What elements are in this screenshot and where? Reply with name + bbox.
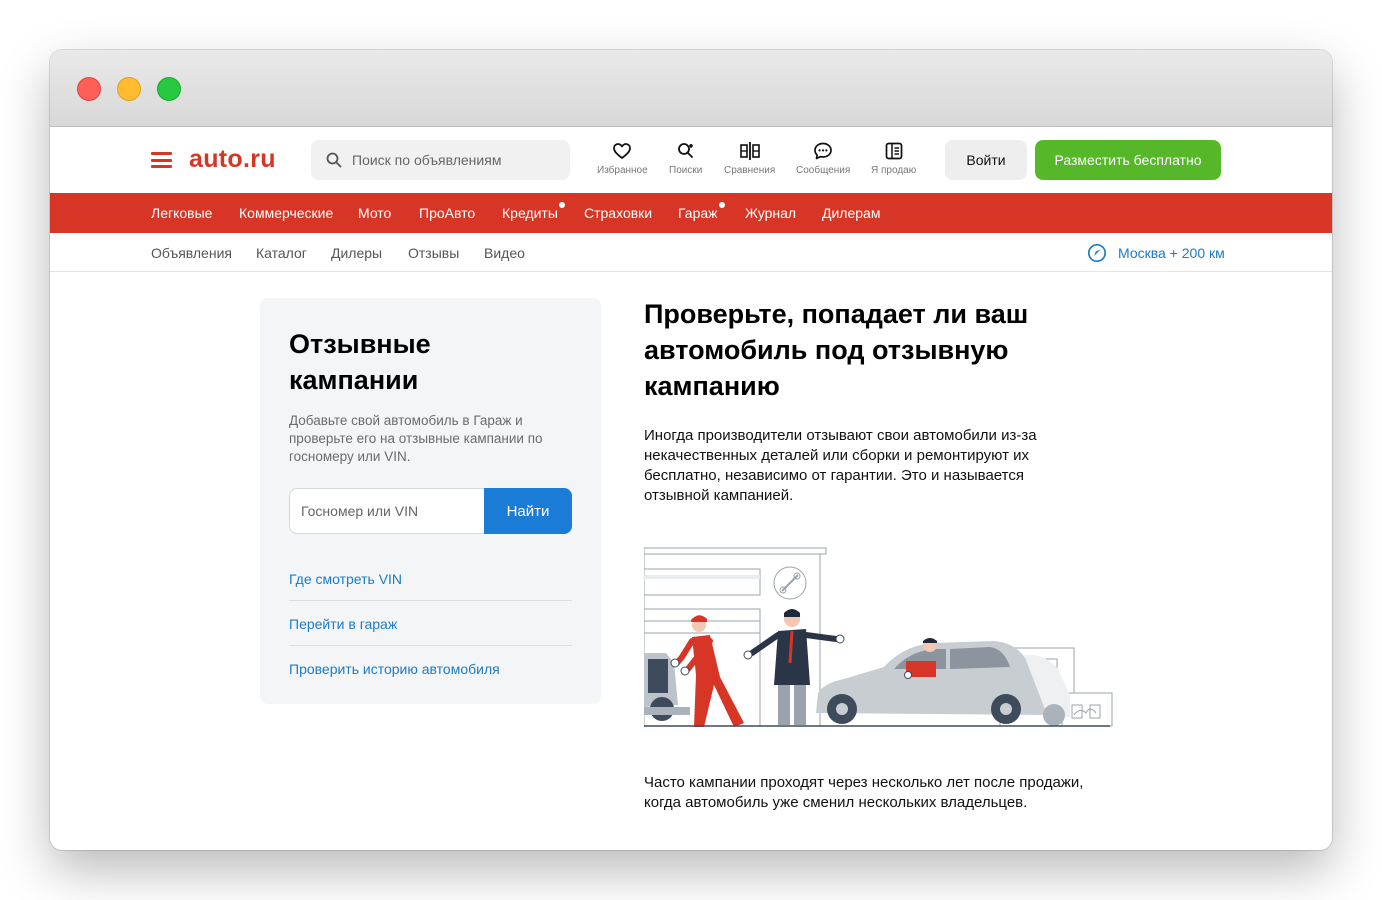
nav-commercial[interactable]: Коммерческие [239,205,333,221]
where-vin-link[interactable]: Где смотреть VIN [289,571,572,587]
service-illustration [644,547,1113,727]
saved-searches-label: Поиски [669,165,703,176]
divider [289,645,572,646]
vin-input[interactable] [289,488,485,534]
divider [289,600,572,601]
search-icon [326,152,342,168]
card-title: Отзывные кампании [289,329,431,395]
site-header: auto.ru Избранное Поиски Сравнения Сообщ… [50,127,1332,193]
check-history-link[interactable]: Проверить историю автомобиля [289,661,572,677]
recall-card: Отзывные кампании Добавьте свой автомоби… [260,298,601,704]
site-logo[interactable]: auto.ru [189,145,276,174]
favorites-button[interactable]: Избранное [597,141,648,176]
search-box[interactable] [311,140,570,180]
my-listings-label: Я продаю [871,165,917,176]
compare-label: Сравнения [724,165,776,176]
bottom-text: Часто кампании проходят через несколько … [644,774,1084,811]
nav-credits-wrap[interactable]: Кредиты [502,202,565,223]
nav-garage[interactable]: Гараж [678,205,718,221]
subnav-reviews[interactable]: Отзывы [408,245,459,261]
subnav-dealers[interactable]: Дилеры [331,245,382,261]
favorites-label: Избранное [597,165,648,176]
location-selector[interactable]: Москва + 200 км [1087,243,1225,263]
title-bar [50,50,1332,127]
nav-insurance[interactable]: Страховки [584,205,652,221]
location-compass-icon [1087,243,1107,263]
nav-garage-wrap[interactable]: Гараж [678,202,725,223]
saved-search-icon [677,143,693,158]
nav-credits[interactable]: Кредиты [502,205,558,221]
notification-dot [558,202,565,208]
post-ad-button[interactable]: Разместить бесплатно [1035,140,1221,180]
compare-button[interactable]: Сравнения [724,141,775,176]
compare-icon [739,142,760,160]
nav-dealers[interactable]: Дилерам [822,205,880,221]
login-button[interactable]: Войти [945,140,1027,180]
maximize-window-button[interactable] [157,77,181,101]
my-listings-button[interactable]: Я продаю [871,141,916,176]
heart-icon [613,143,632,159]
messages-label: Сообщения [796,165,851,176]
intro-text: Иногда производители отзывают свои автом… [644,427,1037,504]
close-window-button[interactable] [77,77,101,101]
main-category-nav: Легковые Коммерческие Мото ПроАвто Креди… [50,193,1332,233]
subnav-catalog[interactable]: Каталог [256,245,307,261]
card-description: Добавьте свой автомобиль в Гараж и прове… [289,413,543,464]
find-button[interactable]: Найти [484,488,572,534]
selling-icon [885,142,902,160]
nav-journal[interactable]: Журнал [745,205,796,221]
sub-nav: Объявления Каталог Дилеры Отзывы Видео М… [50,233,1332,272]
nav-cars[interactable]: Легковые [151,205,212,221]
subnav-listings[interactable]: Объявления [151,245,232,261]
menu-icon[interactable] [151,152,172,168]
search-input[interactable] [352,152,552,168]
browser-window: auto.ru Избранное Поиски Сравнения Сообщ… [50,50,1332,850]
nav-moto[interactable]: Мото [358,205,391,221]
minimize-window-button[interactable] [117,77,141,101]
subnav-video[interactable]: Видео [484,245,525,261]
go-garage-link[interactable]: Перейти в гараж [289,616,572,632]
location-label: Москва + 200 км [1118,245,1225,261]
messages-button[interactable]: Сообщения [796,141,850,176]
nav-proauto[interactable]: ПроАвто [419,205,475,221]
chat-icon [814,142,832,160]
notification-dot [718,202,725,208]
saved-searches-button[interactable]: Поиски [669,141,702,176]
page-title: Проверьте, попадает ли ваш автомобиль по… [644,299,1029,401]
